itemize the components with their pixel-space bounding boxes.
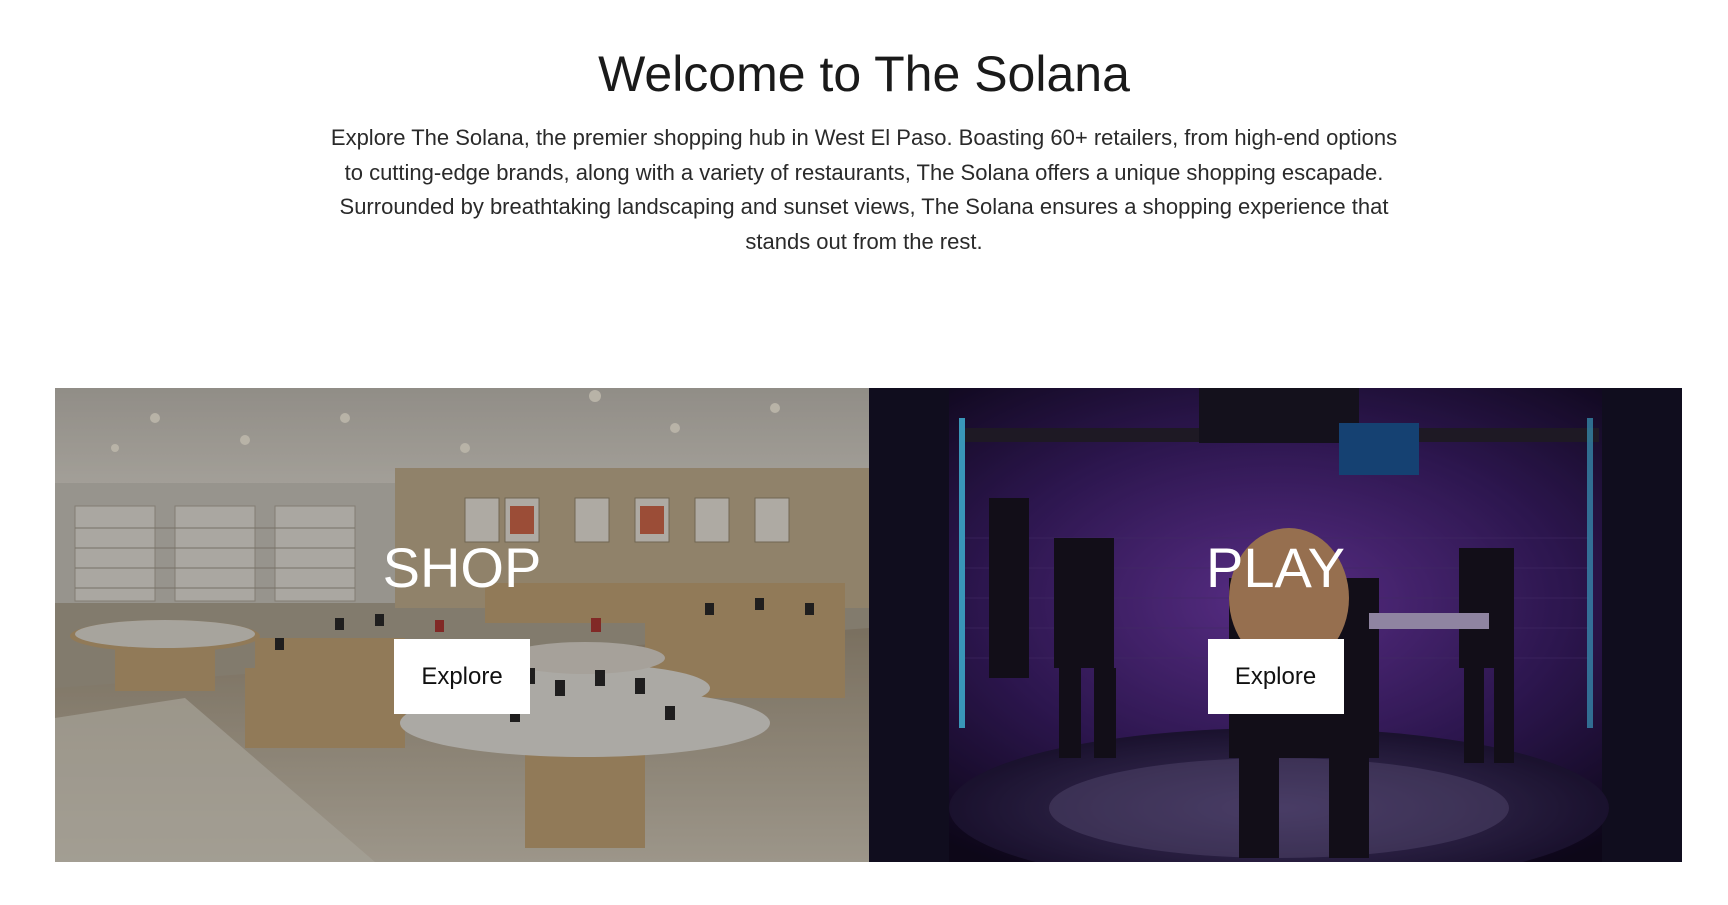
play-tile[interactable]: PLAY Explore: [869, 388, 1682, 862]
play-tile-title: PLAY: [1205, 536, 1346, 599]
shop-tile[interactable]: SHOP Explore: [55, 388, 869, 862]
intro-description: Explore The Solana, the premier shopping…: [330, 125, 1398, 254]
shop-tile-overlay: [55, 388, 869, 862]
shop-explore-button[interactable]: Explore: [394, 639, 530, 714]
play-tile-overlay: [869, 388, 1682, 862]
shop-tile-title: SHOP: [382, 536, 542, 599]
play-explore-button[interactable]: Explore: [1207, 639, 1344, 714]
page-title: Welcome to The Solana: [598, 46, 1130, 102]
category-tiles: SHOP Explore PLAY Explore: [55, 388, 1682, 862]
